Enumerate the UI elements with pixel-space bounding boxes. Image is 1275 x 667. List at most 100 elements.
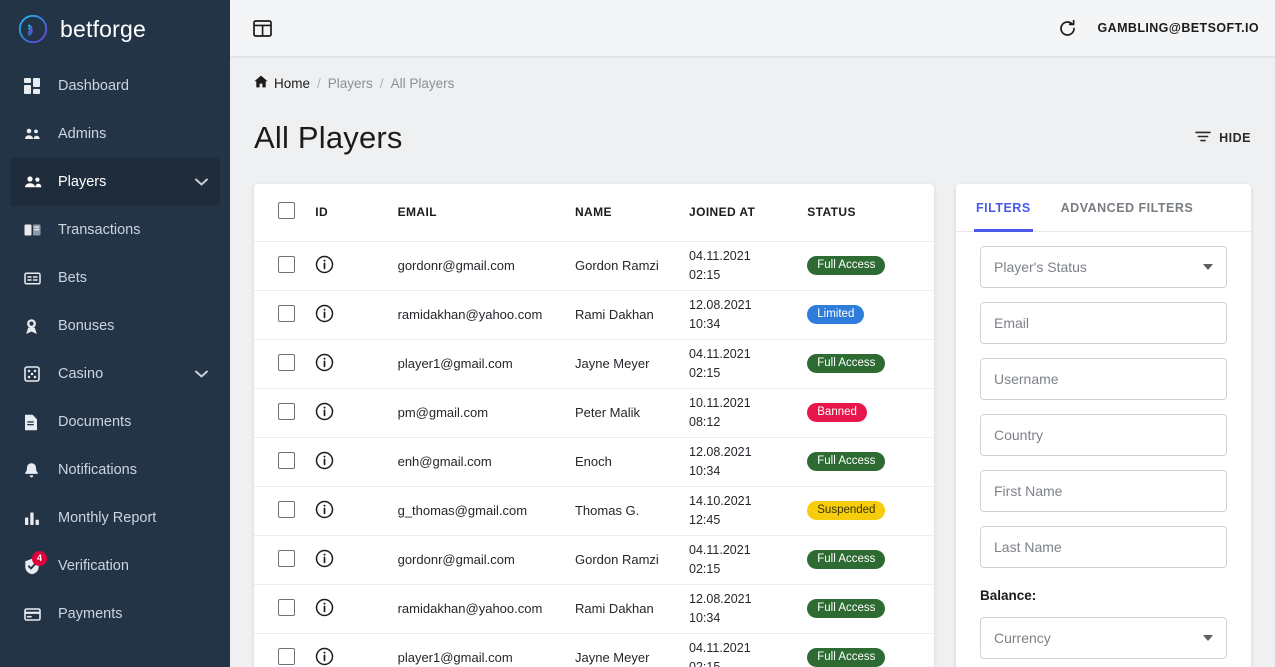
info-circle-icon[interactable]	[315, 647, 334, 666]
row-joined-time: 12:45	[689, 512, 721, 527]
table-row[interactable]: enh@gmail.com Enoch 12.08.2021 10:34 Full Ac…	[254, 437, 934, 487]
row-email-cell: pm@gmail.com	[397, 388, 575, 438]
status-badge: Full Access	[807, 647, 886, 667]
currency-select[interactable]: Currency	[980, 617, 1227, 659]
row-checkbox[interactable]	[278, 598, 295, 616]
sidebar-item-transactions[interactable]: Transactions	[10, 206, 220, 254]
info-circle-icon[interactable]	[315, 255, 334, 274]
sidebar-item-casino[interactable]: Casino	[10, 350, 220, 398]
brand[interactable]: betforge	[0, 0, 230, 58]
column-header-email[interactable]: EMAIL	[397, 184, 575, 242]
row-joined-date: 04.11.2021	[689, 641, 751, 656]
players-table: ID EMAIL NAME JOINED AT STATUS gordonr@g…	[254, 184, 934, 667]
info-circle-icon[interactable]	[315, 549, 334, 568]
column-header-joined-at[interactable]: JOINED AT	[689, 184, 808, 242]
first-name-field-placeholder: First Name	[994, 483, 1063, 499]
breadcrumb-all-players[interactable]: All Players	[391, 76, 455, 91]
balance-group-label: Balance:	[980, 588, 1037, 603]
info-circle-icon[interactable]	[315, 598, 334, 617]
info-circle-icon[interactable]	[315, 402, 334, 421]
sidebar-item-label: Payments	[58, 606, 123, 622]
balance-range-row	[980, 659, 1227, 667]
row-id-cell	[315, 486, 398, 536]
chevron-down-icon[interactable]	[195, 178, 208, 186]
column-header-name[interactable]: NAME	[574, 184, 690, 242]
chevron-down-icon[interactable]	[195, 370, 208, 378]
row-joined-cell: 12.08.2021 10:34	[689, 290, 808, 340]
row-status-cell: Full Access	[807, 535, 934, 585]
table-row[interactable]: player1@gmail.com Jayne Meyer 04.11.2021 02…	[254, 339, 934, 389]
hide-filters-button[interactable]: HIDE	[1195, 130, 1251, 146]
sidebar-item-admins[interactable]: Admins	[10, 110, 220, 158]
table-row[interactable]: ramidakhan@yahoo.com Rami Dakhan 12.08.202…	[254, 584, 934, 634]
row-name-cell: Jayne Meyer	[574, 339, 690, 389]
row-checkbox[interactable]	[278, 402, 295, 420]
row-joined-date: 04.11.2021	[689, 249, 751, 264]
sidebar-item-verification[interactable]: 4 Verification	[10, 542, 220, 590]
breadcrumb-players[interactable]: Players	[328, 76, 373, 91]
first-name-field[interactable]: First Name	[980, 470, 1227, 512]
monthly-report-bar-chart-icon	[24, 511, 46, 526]
row-checkbox[interactable]	[278, 549, 295, 567]
sidebar-item-label: Admins	[58, 126, 107, 142]
sidebar-item-bonuses[interactable]: Bonuses	[10, 302, 220, 350]
select-all-checkbox[interactable]	[278, 202, 295, 220]
table-row[interactable]: gordonr@gmail.com Gordon Ramzi 04.11.2021 0…	[254, 241, 934, 291]
sidebar-toggle-icon[interactable]	[246, 12, 278, 44]
row-email-cell: ramidakhan@yahoo.com	[397, 584, 575, 634]
tab-filters[interactable]: FILTERS	[974, 184, 1033, 232]
column-header-status[interactable]: STATUS	[807, 184, 934, 242]
info-circle-icon[interactable]	[315, 353, 334, 372]
table-row[interactable]: ramidakhan@yahoo.com Rami Dakhan 12.08.202…	[254, 290, 934, 340]
username-field[interactable]: Username	[980, 358, 1227, 400]
row-id-cell	[315, 633, 398, 667]
country-field[interactable]: Country	[980, 414, 1227, 456]
verification-badge-count: 4	[32, 550, 47, 566]
sidebar-item-payments[interactable]: Payments	[10, 590, 220, 638]
sidebar-item-monthly-report[interactable]: Monthly Report	[10, 494, 220, 542]
table-header-row: ID EMAIL NAME JOINED AT STATUS	[254, 184, 934, 242]
row-select-cell	[254, 437, 316, 487]
table-row[interactable]: player1@gmail.com Jayne Meyer 04.11.2021 02…	[254, 633, 934, 667]
documents-file-icon	[24, 414, 46, 431]
players-status-select[interactable]: Player's Status	[980, 246, 1227, 288]
table-row[interactable]: gordonr@gmail.com Gordon Ramzi 04.11.2021 0…	[254, 535, 934, 585]
row-checkbox[interactable]	[278, 647, 295, 665]
last-name-field[interactable]: Last Name	[980, 526, 1227, 568]
row-checkbox[interactable]	[278, 353, 295, 371]
row-joined-cell: 04.11.2021 02:15	[689, 339, 808, 389]
row-checkbox[interactable]	[278, 500, 295, 518]
table-row[interactable]: g_thomas@gmail.com Thomas G. 14.10.2021 12:…	[254, 486, 934, 536]
sidebar-item-players[interactable]: Players	[10, 158, 220, 206]
row-name-cell: Peter Malik	[574, 388, 690, 438]
breadcrumb-home[interactable]: Home	[254, 75, 310, 91]
row-status-cell: Full Access	[807, 633, 934, 667]
sidebar-item-dashboard[interactable]: Dashboard	[10, 62, 220, 110]
row-joined-date: 12.08.2021	[689, 592, 752, 607]
row-checkbox[interactable]	[278, 451, 295, 469]
row-joined-time: 02:15	[689, 365, 721, 380]
sidebar-item-label: Documents	[58, 414, 132, 430]
row-checkbox[interactable]	[278, 255, 295, 273]
row-joined-cell: 14.10.2021 12:45	[689, 486, 808, 536]
tab-advanced-filters[interactable]: ADVANCED FILTERS	[1061, 184, 1194, 232]
sidebar-item-label: Transactions	[58, 222, 141, 238]
row-checkbox[interactable]	[278, 304, 295, 322]
info-circle-icon[interactable]	[315, 451, 334, 470]
row-joined-date: 12.08.2021	[689, 445, 752, 460]
column-header-id[interactable]: ID	[315, 184, 398, 242]
refresh-icon[interactable]	[1052, 12, 1084, 44]
row-id-cell	[315, 339, 398, 389]
sidebar-item-bets[interactable]: Bets	[10, 254, 220, 302]
players-table-body: gordonr@gmail.com Gordon Ramzi 04.11.2021 0…	[254, 241, 934, 667]
email-field[interactable]: Email	[980, 302, 1227, 344]
info-circle-icon[interactable]	[315, 304, 334, 323]
players-table-card: ID EMAIL NAME JOINED AT STATUS gordonr@g…	[254, 184, 934, 667]
sidebar-item-documents[interactable]: Documents	[10, 398, 220, 446]
user-email[interactable]: GAMBLING@BETSOFT.IO	[1098, 21, 1259, 35]
notifications-bell-icon	[24, 462, 46, 479]
sidebar-item-notifications[interactable]: Notifications	[10, 446, 220, 494]
row-joined-cell: 10.11.2021 08:12	[689, 388, 808, 438]
info-circle-icon[interactable]	[315, 500, 334, 519]
table-row[interactable]: pm@gmail.com Peter Malik 10.11.2021 08:12 Ba…	[254, 388, 934, 438]
